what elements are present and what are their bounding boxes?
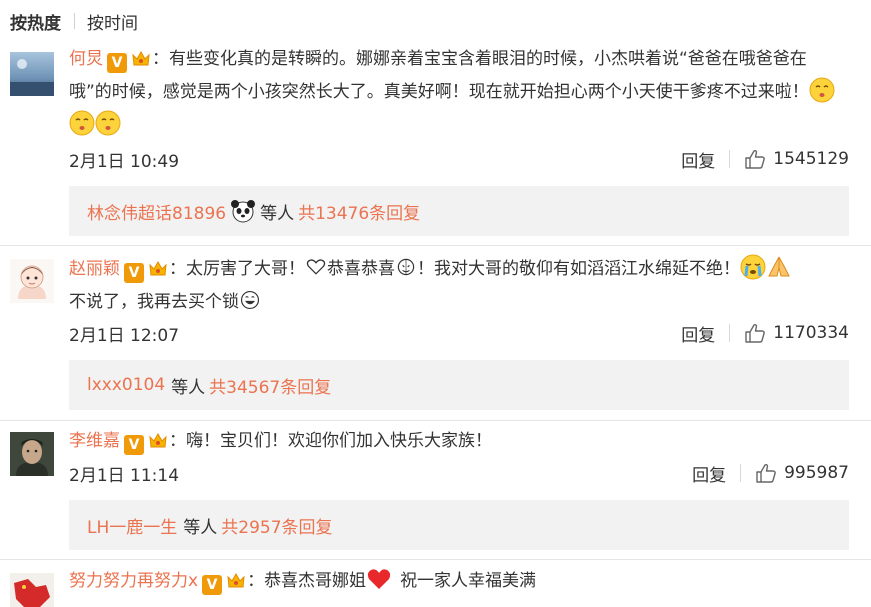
reply-button[interactable]: 回复: [692, 461, 726, 486]
comment-body: 何炅 V ：有些变化真的是转瞬的。娜娜亲着宝宝含着眼泪的时候，小杰哄着说“爸爸在哦爸…: [69, 43, 849, 142]
member-crown-icon[interactable]: [130, 48, 152, 68]
sub-reply-suffix: 等人: [260, 203, 295, 224]
avatar[interactable]: [10, 432, 54, 476]
member-crown-icon[interactable]: [225, 570, 247, 590]
comment-divider: [0, 245, 871, 246]
reply-button[interactable]: 回复: [681, 321, 715, 346]
thumbs-up-icon: [756, 463, 776, 483]
comment-text-part: ！我对大哥的敬仰有如滔滔江水绵延不绝！: [417, 259, 740, 279]
thumbs-up-icon: [745, 149, 766, 169]
meta-divider: [729, 324, 731, 342]
like-button[interactable]: 995987: [755, 462, 849, 484]
colon: ：: [169, 431, 186, 451]
like-count: 995987: [784, 463, 849, 483]
comment-divider: [0, 420, 871, 421]
sub-reply-count[interactable]: 共13476条回复: [298, 199, 420, 224]
comment-time: 2月1日 10:49: [69, 151, 180, 172]
meta-divider: [740, 464, 742, 482]
comment-text: 嗨！宝贝们！欢迎你们加入快乐大家族！: [186, 431, 492, 451]
comment-text-part: 太厉害了大哥！: [186, 259, 305, 279]
thumbs-up-icon: [745, 323, 766, 343]
verified-v-badge-icon[interactable]: V: [124, 263, 144, 283]
comment-text-part: 恭喜杰哥娜姐: [264, 571, 367, 591]
sub-reply-count[interactable]: 共2957条回复: [221, 513, 332, 538]
colon: ：: [152, 49, 169, 69]
comment-time: 2月1日 12:07: [69, 325, 180, 346]
like-button[interactable]: 1170334: [744, 322, 849, 344]
red-heart-icon: [367, 569, 391, 589]
sort-by-time-tab[interactable]: 按时间: [87, 9, 138, 34]
comment-username[interactable]: 赵丽颖: [69, 259, 120, 279]
grin-emoji-icon: [240, 290, 260, 310]
verified-v-badge-icon[interactable]: V: [107, 53, 127, 73]
reply-button[interactable]: 回复: [681, 147, 715, 172]
sub-reply-suffix: 等人: [171, 377, 206, 398]
comment-text-part: 不说了，我再去买个锁: [69, 292, 239, 312]
sub-replies-bar[interactable]: lxxx0104 等人 共34567条回复: [69, 360, 849, 410]
crying-emoji-icon: [740, 254, 766, 280]
comment-body: 努力努力再努力x V ：恭喜杰哥娜姐 祝一家人幸福美满: [69, 565, 849, 598]
sort-bar: 按热度 按时间: [10, 8, 138, 34]
comment-text-part: 祝一家人幸福美满: [400, 571, 537, 591]
sub-reply-username[interactable]: lxxx0104: [87, 375, 165, 395]
colon: ：: [169, 259, 186, 279]
comment-divider: [0, 559, 871, 560]
meta-divider: [729, 150, 731, 168]
sub-reply-count[interactable]: 共34567条回复: [209, 373, 331, 398]
comment-meta: 2月1日 10:49 回复 1545129: [69, 146, 849, 172]
comment-text: 有些变化真的是转瞬的。娜娜亲着宝宝含着眼泪的时候，小杰哄着说“爸爸在哦爸爸在哦”…: [69, 49, 809, 102]
sub-reply-suffix: 等人: [183, 517, 218, 538]
avatar[interactable]: [10, 52, 54, 96]
member-crown-icon[interactable]: [147, 258, 169, 278]
comment-meta: 2月1日 12:07 回复 1170334: [69, 320, 849, 346]
avatar[interactable]: [10, 573, 54, 607]
like-count: 1170334: [773, 323, 849, 343]
comment-text-part: 恭喜恭喜: [327, 259, 395, 279]
sub-replies-bar[interactable]: LH一鹿一生 等人 共2957条回复: [69, 500, 849, 550]
praying-hands-emoji-icon: [768, 256, 790, 277]
comment-body: 李维嘉 V ：嗨！宝贝们！欢迎你们加入快乐大家族！: [69, 425, 849, 458]
verified-v-badge-icon[interactable]: V: [202, 575, 223, 595]
comment-username[interactable]: 李维嘉: [69, 431, 120, 451]
comment-username[interactable]: 努力努力再努力x: [69, 571, 198, 591]
comment-time: 2月1日 11:14: [69, 465, 180, 486]
sort-divider: [74, 13, 75, 29]
comment-username[interactable]: 何炅: [69, 49, 103, 69]
like-button[interactable]: 1545129: [744, 148, 849, 170]
comment-meta: 2月1日 11:14 回复 995987: [69, 460, 849, 486]
member-crown-icon[interactable]: [147, 430, 169, 450]
heart-outline-icon: [306, 259, 326, 275]
sub-reply-username[interactable]: 林念伟超话81896: [87, 199, 226, 224]
sort-by-hot-tab[interactable]: 按热度: [10, 9, 61, 34]
like-count: 1545129: [773, 149, 849, 169]
colon: ：: [247, 571, 265, 591]
avatar[interactable]: [10, 259, 54, 303]
panda-emoji-icon: [231, 200, 256, 223]
verified-v-badge-icon[interactable]: V: [124, 435, 144, 455]
sub-reply-username[interactable]: LH一鹿一生: [87, 513, 177, 538]
lion-dance-emoji-icon: [397, 258, 415, 276]
comment-body: 赵丽颖 V ：太厉害了大哥！ 恭喜恭喜 ！我对大哥的敬仰有如滔滔江水绵延不绝！ 不说了，…: [69, 253, 849, 319]
sub-replies-bar[interactable]: 林念伟超话81896 等人 共13476条回复: [69, 186, 849, 236]
